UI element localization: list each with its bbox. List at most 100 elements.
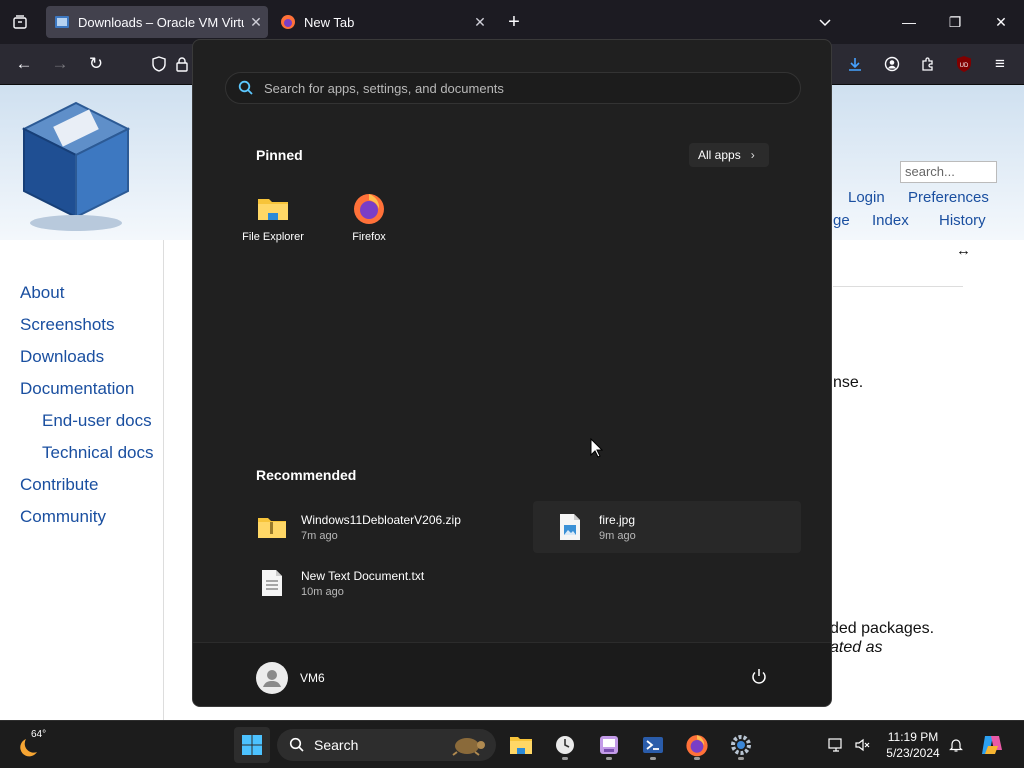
pinned-app-firefox[interactable]: Firefox <box>325 187 413 259</box>
clock-app-icon <box>556 736 574 754</box>
search-icon <box>289 737 304 752</box>
display-tray-icon[interactable] <box>824 727 848 763</box>
taskbar-search-label: Search <box>314 737 359 753</box>
recommended-heading: Recommended <box>256 467 357 483</box>
close-tab-icon[interactable]: ✕ <box>244 14 268 31</box>
back-icon[interactable]: ← <box>8 48 40 80</box>
index-link[interactable]: Index <box>872 212 909 229</box>
start-icon <box>242 735 262 755</box>
start-button[interactable] <box>234 727 270 763</box>
sidebar-item-about[interactable]: About <box>20 283 64 303</box>
sidebar-item-documentation[interactable]: Documentation <box>20 379 134 399</box>
text-file-icon <box>262 570 282 596</box>
notification-bell-icon[interactable] <box>944 727 968 763</box>
screen: Downloads – Oracle VM VirtualBox ✕ New T… <box>0 0 1024 768</box>
start-menu-footer: VM6 <box>193 642 831 706</box>
recommended-item[interactable]: New Text Document.txt 10m ago <box>235 557 503 609</box>
taskbar-notepad-app[interactable] <box>591 727 627 763</box>
restore-icon[interactable]: ❐ <box>932 8 978 36</box>
clock-time: 11:19 PM <box>887 730 939 744</box>
user-avatar[interactable] <box>256 662 288 694</box>
taskbar-firefox[interactable] <box>679 727 715 763</box>
lock-icon[interactable] <box>172 48 192 80</box>
taskbar-clock[interactable]: 11:19 PM 5/23/2024 <box>878 729 948 761</box>
taskbar: 64° Search 11:19 PM 5/23/2024 <box>0 720 1024 768</box>
folder-icon <box>258 199 288 220</box>
pinned-app-file-explorer[interactable]: File Explorer <box>229 187 317 259</box>
ublock-badge: UD <box>960 63 969 69</box>
recommended-item-name: New Text Document.txt <box>301 568 425 583</box>
forward-icon[interactable]: → <box>44 48 76 80</box>
account-icon[interactable] <box>876 48 908 80</box>
mouse-cursor-icon <box>590 438 603 458</box>
resize-arrow-icon: ↔ <box>956 242 971 259</box>
recommended-item-name: Windows11DebloaterV206.zip <box>301 512 461 527</box>
zip-folder-icon <box>258 518 286 538</box>
reload-icon[interactable]: ↻ <box>80 48 112 80</box>
taskbar-powershell[interactable] <box>635 727 671 763</box>
partial-link[interactable]: ge <box>833 212 850 229</box>
body-text-fragment: nse. <box>833 374 864 391</box>
new-tab-icon[interactable]: + <box>498 6 530 38</box>
downloads-icon[interactable] <box>839 48 871 80</box>
menu-icon[interactable]: ≡ <box>984 48 1016 80</box>
recommended-item-text: fire.jpg 9m ago <box>599 513 636 542</box>
copilot-icon[interactable] <box>974 727 1010 763</box>
turtle-highlight-icon <box>452 738 485 756</box>
list-tabs-chevron-icon[interactable] <box>809 6 841 38</box>
pinned-heading: Pinned <box>256 147 303 163</box>
notepad-app-icon <box>600 736 618 754</box>
tab-new-tab[interactable]: New Tab ✕ <box>272 6 492 38</box>
user-icon <box>263 670 281 687</box>
login-link[interactable]: Login <box>848 189 885 206</box>
divider <box>833 286 963 287</box>
sidebar-item-technical-docs[interactable]: Technical docs <box>42 443 154 463</box>
virtualbox-logo-icon <box>21 101 131 231</box>
virtualbox-favicon-icon <box>55 16 69 28</box>
tab-virtualbox-downloads[interactable]: Downloads – Oracle VM VirtualBox ✕ <box>46 6 268 38</box>
tab-title: Downloads – Oracle VM VirtualBox <box>78 14 244 30</box>
power-icon[interactable] <box>749 667 769 687</box>
volume-muted-icon[interactable] <box>850 727 874 763</box>
ublock-icon[interactable]: UD <box>948 48 980 80</box>
running-indicator <box>738 757 744 760</box>
window-close-icon[interactable]: ✕ <box>978 8 1024 36</box>
close-tab-icon[interactable]: ✕ <box>468 14 492 31</box>
tab-overview-icon[interactable] <box>4 6 36 38</box>
user-name[interactable]: VM6 <box>300 671 325 685</box>
sidebar-item-end-user-docs[interactable]: End-user docs <box>42 411 152 431</box>
taskbar-clock-app[interactable] <box>547 727 583 763</box>
start-menu: Search for apps, settings, and documents… <box>192 39 832 707</box>
image-file-icon <box>560 514 580 540</box>
sidebar-item-contribute[interactable]: Contribute <box>20 475 98 495</box>
sidebar-item-downloads[interactable]: Downloads <box>20 347 104 367</box>
all-apps-button[interactable]: All apps › <box>689 143 769 167</box>
history-link[interactable]: History <box>939 212 986 229</box>
sidebar-item-community[interactable]: Community <box>20 507 106 527</box>
all-apps-label: All apps <box>698 148 741 162</box>
recommended-item[interactable]: fire.jpg 9m ago <box>533 501 801 553</box>
preferences-link[interactable]: Preferences <box>908 189 989 206</box>
taskbar-search-box[interactable]: Search <box>277 729 496 761</box>
extensions-icon[interactable] <box>912 48 944 80</box>
taskbar-file-explorer[interactable] <box>503 727 539 763</box>
firefox-icon <box>354 194 384 224</box>
recommended-item-time: 7m ago <box>301 529 338 542</box>
running-indicator <box>562 757 568 760</box>
sidebar-item-screenshots[interactable]: Screenshots <box>20 315 115 335</box>
start-search-input[interactable]: Search for apps, settings, and documents <box>225 72 801 104</box>
minimize-icon[interactable]: — <box>886 8 932 36</box>
firefox-favicon-icon <box>281 15 295 29</box>
tab-title: New Tab <box>304 14 355 30</box>
recommended-item-name: fire.jpg <box>599 512 636 527</box>
tracking-shield-icon[interactable] <box>143 48 175 80</box>
taskbar-settings[interactable] <box>723 727 759 763</box>
running-indicator <box>694 757 700 760</box>
start-search-placeholder: Search for apps, settings, and documents <box>264 80 504 96</box>
recommended-item[interactable]: Windows11DebloaterV206.zip 7m ago <box>235 501 503 553</box>
site-search-input[interactable]: search... <box>900 161 997 183</box>
weather-widget[interactable]: 64° <box>14 727 50 763</box>
recommended-item-text: Windows11DebloaterV206.zip 7m ago <box>301 513 461 542</box>
pinned-app-label: Firefox <box>352 231 386 243</box>
chevron-right-icon: › <box>750 148 755 162</box>
